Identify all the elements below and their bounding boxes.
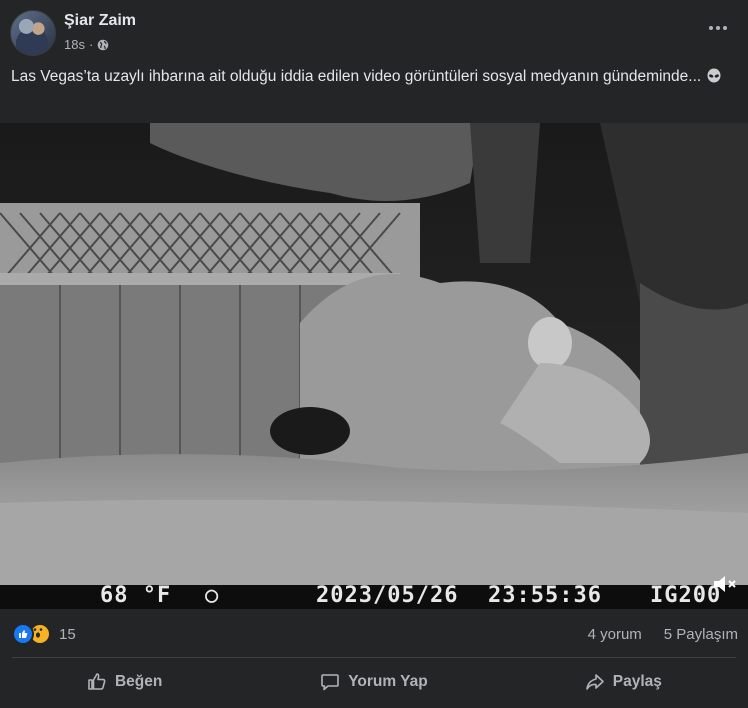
- dot-icon: [723, 26, 727, 30]
- meta-separator: ·: [88, 37, 94, 52]
- divider: [12, 657, 736, 658]
- more-options-button[interactable]: [706, 20, 730, 36]
- like-label: Beğen: [114, 673, 163, 690]
- author-avatar[interactable]: [10, 10, 56, 56]
- mute-icon[interactable]: [712, 573, 738, 595]
- camera-model-label: IG200: [650, 583, 722, 608]
- post-actions: Beğen Yorum Yap Paylaş: [0, 662, 748, 702]
- comment-icon: [321, 674, 340, 691]
- post-stats: 15 4 yorum 5 Paylaşım: [0, 618, 748, 650]
- share-icon: [585, 674, 604, 690]
- date-label: 2023/05/26: [316, 583, 459, 608]
- author-name[interactable]: Şiar Zaim: [64, 12, 136, 30]
- comment-label: Yorum Yap: [348, 673, 428, 690]
- post-text-body: Las Vegas’ta uzaylı ihbarına ait olduğu …: [11, 68, 702, 85]
- temperature-label: 68 °F: [100, 583, 172, 608]
- alien-icon: [707, 68, 721, 83]
- comment-button[interactable]: Yorum Yap: [249, 662, 498, 702]
- video-timestamp-bar: 68 °F ○ 2023/05/26 23:55:36 IG200: [0, 583, 748, 609]
- time-label: 23:55:36: [488, 583, 602, 608]
- share-label: Paylaş: [612, 673, 662, 690]
- video-player[interactable]: 68 °F ○ 2023/05/26 23:55:36 IG200: [0, 123, 748, 609]
- comment-count[interactable]: 4 yorum: [588, 626, 642, 643]
- dot-icon: [716, 26, 720, 30]
- post-text: Las Vegas’ta uzaylı ihbarına ait olduğu …: [11, 66, 731, 88]
- reaction-count[interactable]: 15: [59, 626, 76, 643]
- post-meta: 18s ·: [64, 37, 109, 52]
- thumbs-up-icon: [88, 673, 106, 690]
- like-button[interactable]: Beğen: [0, 662, 249, 702]
- post-time[interactable]: 18s: [64, 37, 85, 52]
- like-icon: [12, 623, 34, 645]
- moon-icon: ○: [205, 583, 220, 608]
- dot-icon: [709, 26, 713, 30]
- share-button[interactable]: Paylaş: [499, 662, 748, 702]
- share-count[interactable]: 5 Paylaşım: [664, 626, 738, 643]
- reactions-summary[interactable]: 15: [12, 623, 76, 645]
- video-frame: [0, 123, 748, 609]
- globe-icon: [98, 39, 109, 50]
- engagement-counts: 4 yorum 5 Paylaşım: [588, 626, 738, 643]
- post-header: Şiar Zaim 18s ·: [0, 0, 748, 60]
